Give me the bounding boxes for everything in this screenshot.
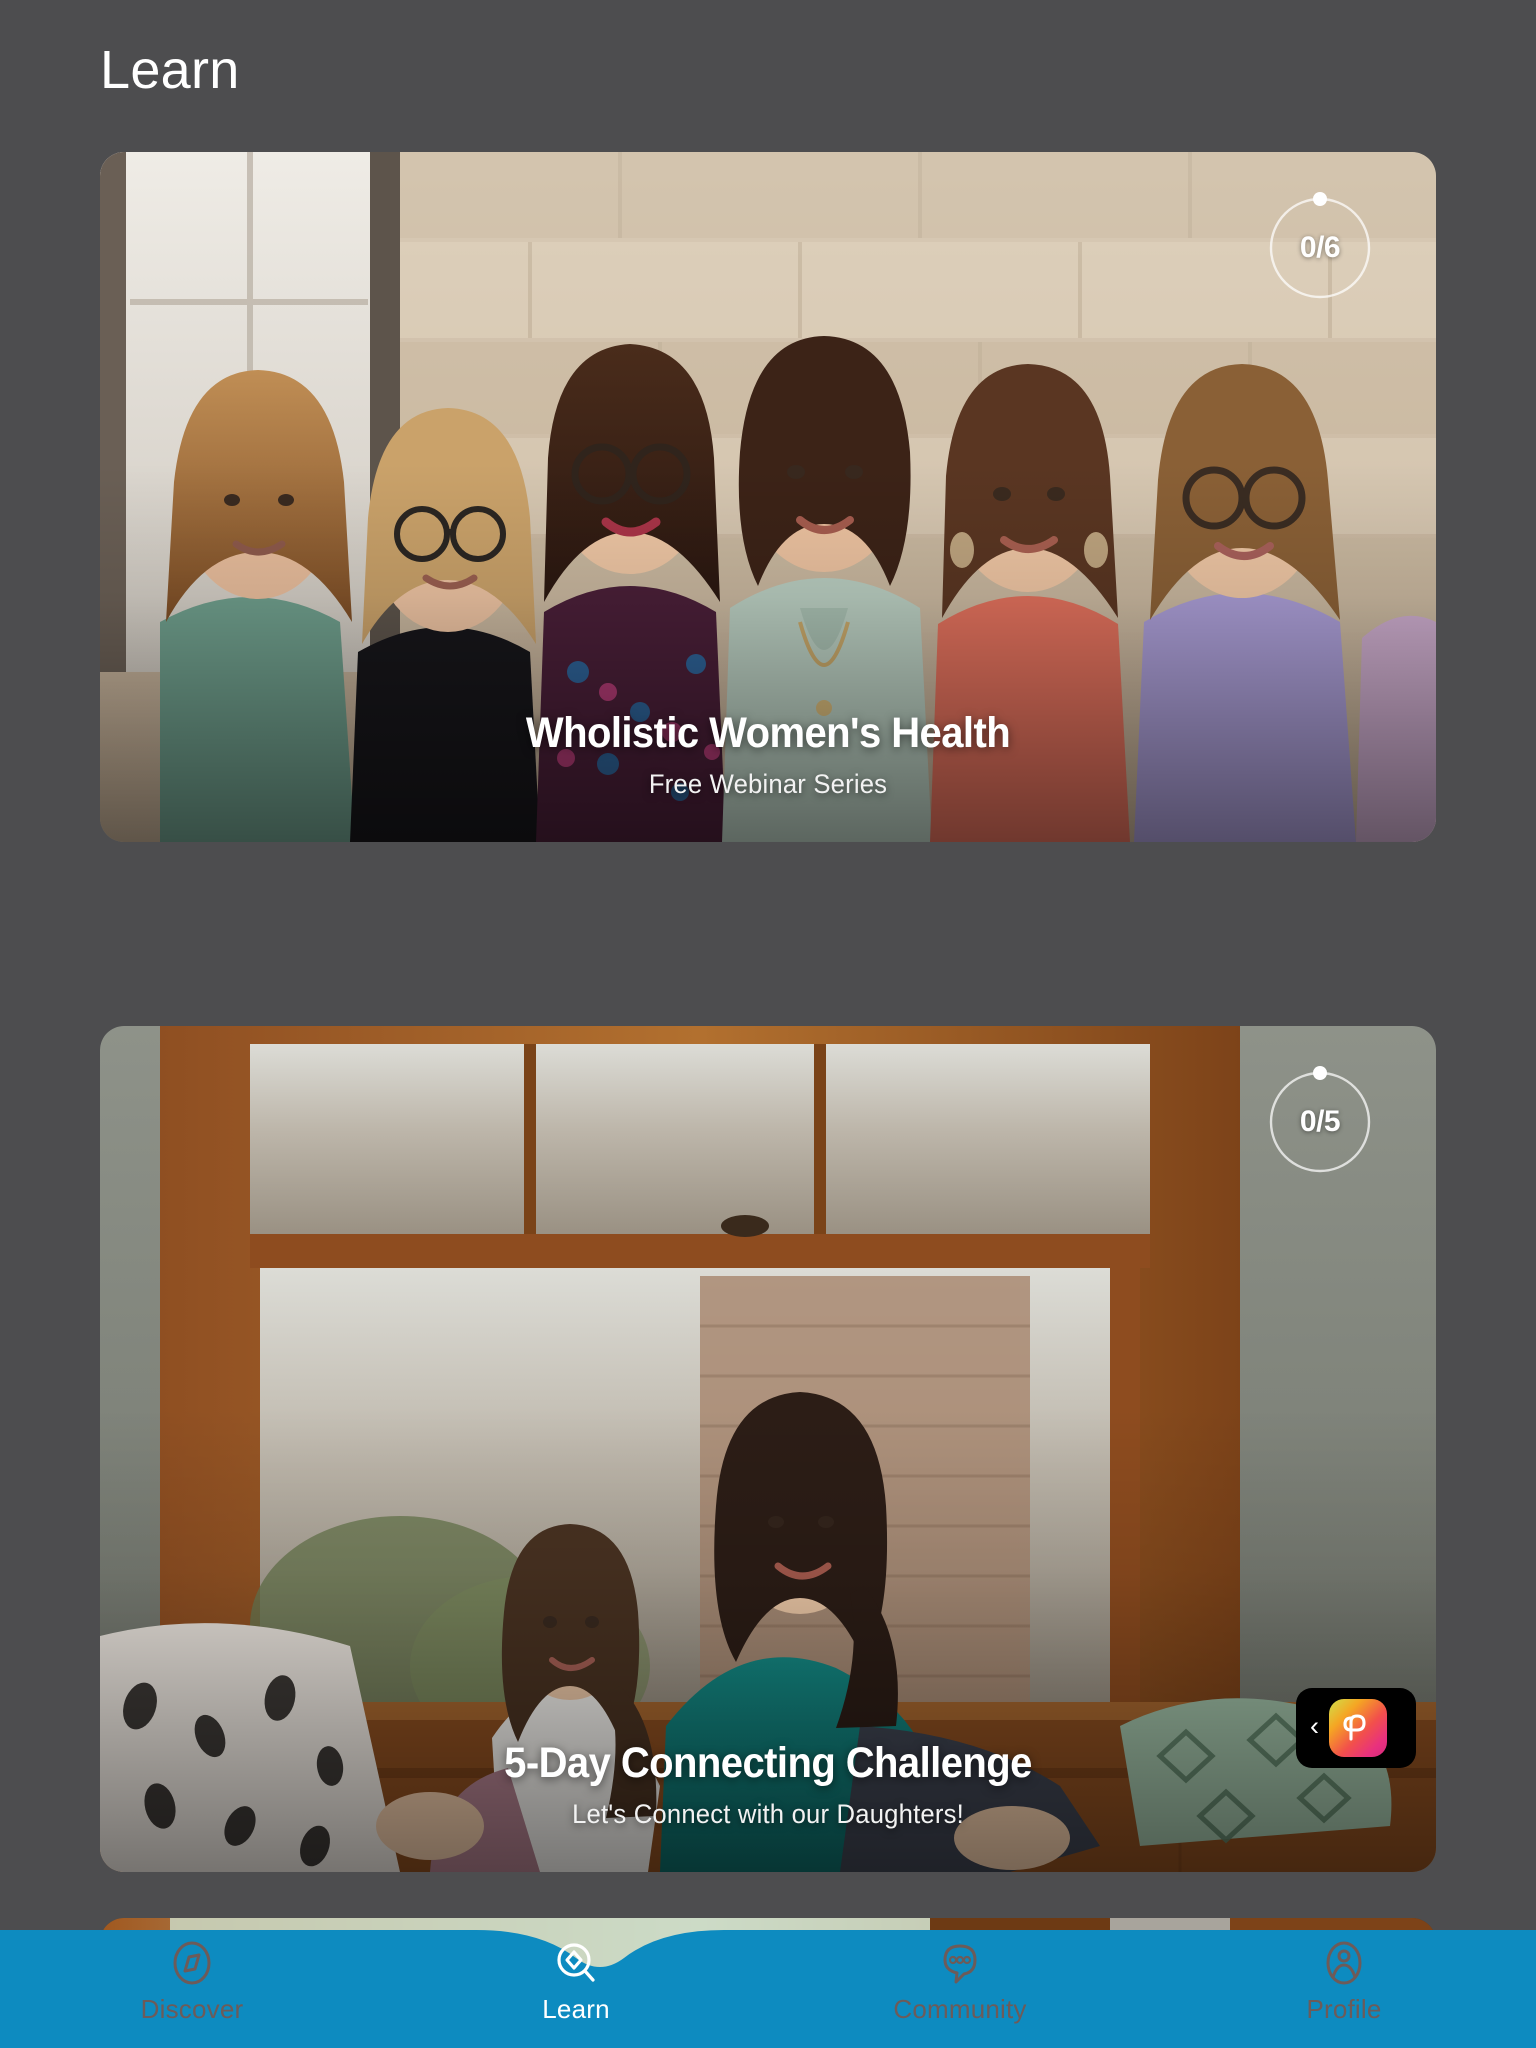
gradient-p-app-icon[interactable]: [1329, 1699, 1387, 1757]
course-card[interactable]: 0/5 5-Day Connecting Challenge Let's Con…: [100, 1026, 1436, 1872]
course-card-caption: 5-Day Connecting Challenge Let's Connect…: [100, 1739, 1436, 1830]
compass-icon: [173, 1941, 211, 1985]
page-title: Learn: [100, 40, 240, 100]
nav-label-community: Community: [893, 1994, 1027, 2024]
bottom-navigation: Discover Learn Community Profile: [0, 1920, 1536, 2048]
chevron-left-icon[interactable]: ‹: [1310, 1712, 1319, 1740]
course-card-title: 5-Day Connecting Challenge: [504, 1738, 1032, 1787]
progress-ring: 0/5: [1264, 1066, 1376, 1178]
nav-item-community[interactable]: Community: [768, 1920, 1152, 2048]
nav-label-learn: Learn: [542, 1994, 610, 2024]
magnifier-diamond-icon: [557, 1943, 595, 1982]
course-card[interactable]: 0/6 Wholistic Women's Health Free Webina…: [100, 152, 1436, 842]
progress-ring-label: 0/6: [1299, 231, 1341, 264]
progress-ring: 0/6: [1264, 192, 1376, 304]
nav-item-learn[interactable]: Learn: [384, 1920, 768, 2048]
progress-ring-label: 0/5: [1299, 1105, 1341, 1138]
nav-label-discover: Discover: [140, 1994, 244, 2024]
course-card-subtitle: Free Webinar Series: [648, 769, 888, 799]
page-header: Learn: [100, 30, 240, 110]
course-card-subtitle: Let's Connect with our Daughters!: [572, 1799, 964, 1829]
course-card-title: Wholistic Women's Health: [525, 708, 1011, 757]
person-icon: [1326, 1941, 1362, 1985]
speech-bubble-icon: [943, 1944, 977, 1984]
nav-items: Discover Learn Community Profile: [0, 1920, 1536, 2048]
learn-screen: Learn 0/6 Wholistic Women's Health Free …: [0, 0, 1536, 2048]
course-card-caption: Wholistic Women's Health Free Webinar Se…: [100, 709, 1436, 800]
nav-item-profile[interactable]: Profile: [1152, 1920, 1536, 2048]
nav-label-profile: Profile: [1306, 1994, 1382, 2024]
floating-app-widget[interactable]: ‹: [1296, 1688, 1416, 1768]
nav-item-discover[interactable]: Discover: [0, 1920, 384, 2048]
